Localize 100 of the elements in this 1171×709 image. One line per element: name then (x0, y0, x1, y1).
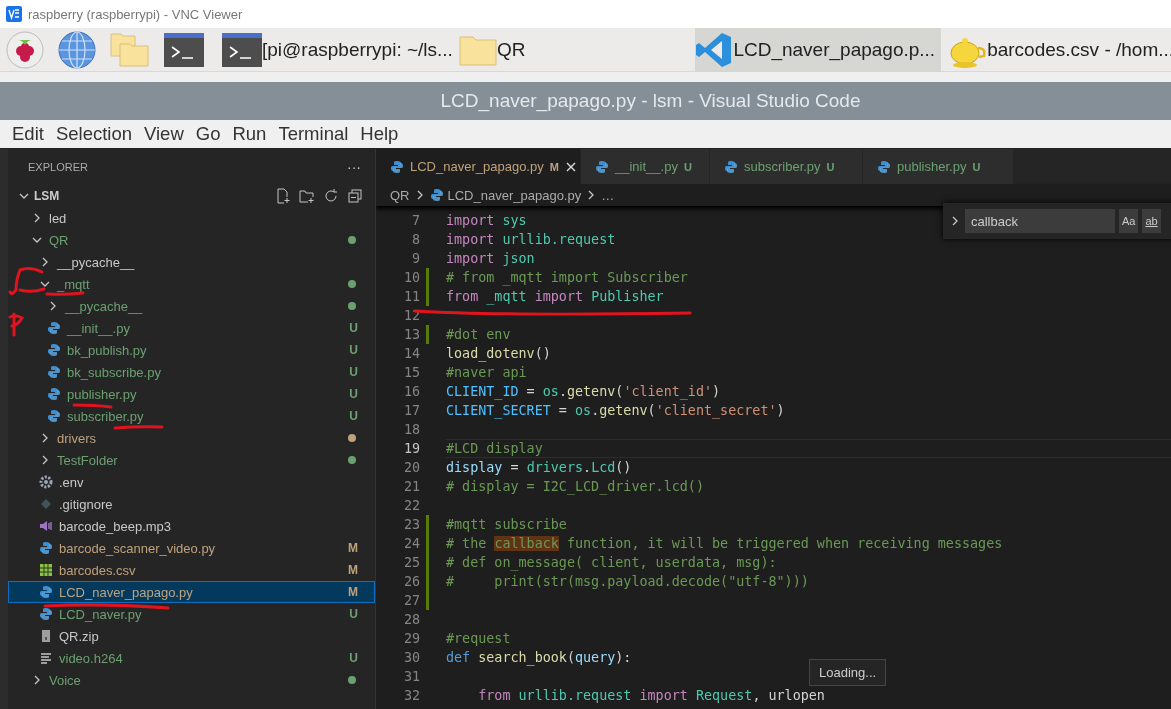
annotation-mark (72, 403, 113, 409)
tree-row[interactable]: led (8, 207, 375, 229)
tree-row[interactable]: QR.zip (8, 625, 375, 647)
tree-row[interactable]: __pycache__ (8, 295, 375, 317)
app-title: raspberry (raspberrypi) - VNC Viewer (28, 6, 243, 22)
tree-row[interactable]: .env (8, 471, 375, 493)
git-status-letter: M (348, 585, 358, 599)
file-name: video.h264 (59, 650, 123, 666)
code-line: def search_book(query): (446, 649, 632, 667)
tree-row[interactable]: __pycache__ (8, 251, 375, 273)
taskbar-window[interactable]: QR (458, 27, 532, 72)
python-file-icon (47, 387, 61, 401)
code-line: # display = I2C_LCD_driver.lcd() (446, 478, 704, 496)
file-name: LCD_naver_papago.py (59, 584, 193, 600)
code-line: #naver api (446, 364, 527, 382)
option-toggle[interactable]: ab (1142, 209, 1161, 233)
tree-row[interactable]: _mqtt (8, 273, 375, 295)
tree-row[interactable]: TestFolder (8, 449, 375, 471)
tree-row[interactable]: barcode_scanner_video.py M (8, 537, 375, 559)
tree-row[interactable]: publisher.py U (8, 383, 375, 405)
git-status-letter: U (683, 160, 692, 173)
taskbar-window[interactable]: [pi@raspberrypi: ~/ls... (222, 27, 459, 72)
text-file-icon (39, 651, 53, 665)
option-toggle[interactable]: Aa (1119, 209, 1139, 233)
tree-row[interactable]: video.h264 U (8, 647, 375, 669)
menu-item[interactable]: View (144, 123, 184, 145)
editor-tab[interactable]: publisher.py U (863, 149, 1014, 184)
tree-root[interactable]: LSM (8, 185, 375, 207)
breadcrumb-item[interactable]: QR (390, 187, 410, 203)
python-file-icon (47, 321, 61, 335)
breadcrumb-item[interactable]: … (601, 187, 615, 203)
file-name: QR (49, 232, 69, 248)
terminal-icon[interactable] (164, 32, 204, 67)
line-number: 22 (402, 498, 420, 513)
git-status-letter: U (349, 343, 358, 357)
loading-tooltip: Loading... (809, 659, 887, 686)
gear-icon (39, 475, 53, 489)
tree-row[interactable]: LCD_naver_papago.py M (8, 581, 375, 603)
menu-item[interactable]: Terminal (278, 123, 349, 145)
python-file-icon (595, 159, 609, 174)
folder-icon (458, 33, 497, 66)
line-number: 29 (402, 631, 420, 646)
python-file-icon (877, 159, 891, 174)
file-name: publisher.py (67, 386, 137, 402)
line-number: 15 (402, 365, 420, 380)
close-icon[interactable] (564, 160, 577, 173)
breadcrumb-item[interactable]: LCD_naver_papago.py (447, 187, 582, 203)
code-line: CLIENT_SECRET = os.getenv('client_secret') (446, 402, 785, 420)
globe-icon[interactable] (58, 30, 96, 69)
python-file-icon (39, 541, 53, 555)
more-actions-button[interactable]: ··· (347, 159, 361, 175)
diamond-icon (39, 497, 53, 511)
git-status-letter: U (349, 321, 358, 335)
new-folder-icon[interactable] (299, 188, 315, 204)
git-status-letter: M (348, 563, 358, 577)
tree-row[interactable]: barcodes.csv M (8, 559, 375, 581)
tree-row[interactable]: QR (8, 229, 375, 251)
file-name: __pycache__ (57, 254, 135, 270)
git-status-letter: U (972, 160, 981, 173)
code-line: #mqtt subscribe (446, 516, 567, 534)
refresh-icon[interactable] (323, 188, 339, 204)
editor-tab[interactable]: __init__.py U (581, 149, 710, 184)
git-status-letter: U (826, 160, 835, 173)
tree-row[interactable]: bk_publish.py U (8, 339, 375, 361)
find-field[interactable]: callback (965, 209, 1115, 233)
file-name: __pycache__ (65, 298, 143, 314)
tree-row[interactable]: bk_subscribe.py U (8, 361, 375, 383)
code-line: import urllib.request (446, 231, 616, 249)
tree-row[interactable]: drivers (8, 427, 375, 449)
line-number: 13 (402, 327, 420, 342)
tree-row[interactable]: __init__.py U (8, 317, 375, 339)
code-line: # print(str(msg.payload.decode("utf-8"))) (446, 573, 809, 591)
menu-item[interactable]: Edit (12, 123, 44, 145)
menu-item[interactable]: Help (360, 123, 399, 145)
git-status-letter: M (348, 541, 358, 555)
tree-row[interactable]: barcode_beep.mp3 (8, 515, 375, 537)
collapse-all-icon[interactable] (347, 188, 363, 204)
line-number: 21 (402, 479, 420, 494)
code-line: import json (446, 250, 535, 268)
menu-item[interactable]: Selection (55, 123, 132, 145)
python-file-icon (47, 409, 61, 423)
tree-row[interactable]: subscriber.py U (8, 405, 375, 427)
annotation-mark (113, 425, 164, 430)
file-name: barcodes.csv (59, 562, 136, 578)
python-file-icon (390, 159, 404, 174)
line-number: 30 (402, 650, 420, 665)
window-label: [pi@raspberrypi: ~/ls... (262, 38, 453, 61)
line-number: 8 (410, 232, 420, 247)
tree-row[interactable]: LCD_naver.py U (8, 603, 375, 625)
editor-tab[interactable]: LCD_naver_papago.py M (376, 149, 581, 184)
line-number: 31 (402, 669, 420, 684)
menu-button[interactable] (6, 30, 44, 69)
python-file-icon (47, 365, 61, 379)
menu-item[interactable]: Run (232, 123, 267, 145)
tree-row[interactable]: .gitignore (8, 493, 375, 515)
tree-row[interactable]: Voice (8, 669, 375, 691)
taskbar-window[interactable]: LCD_naver_papago.p... (695, 27, 942, 72)
new-file-icon[interactable] (275, 188, 291, 204)
editor-tab[interactable]: subscriber.py U (710, 149, 863, 184)
menu-item[interactable]: Go (195, 123, 221, 145)
